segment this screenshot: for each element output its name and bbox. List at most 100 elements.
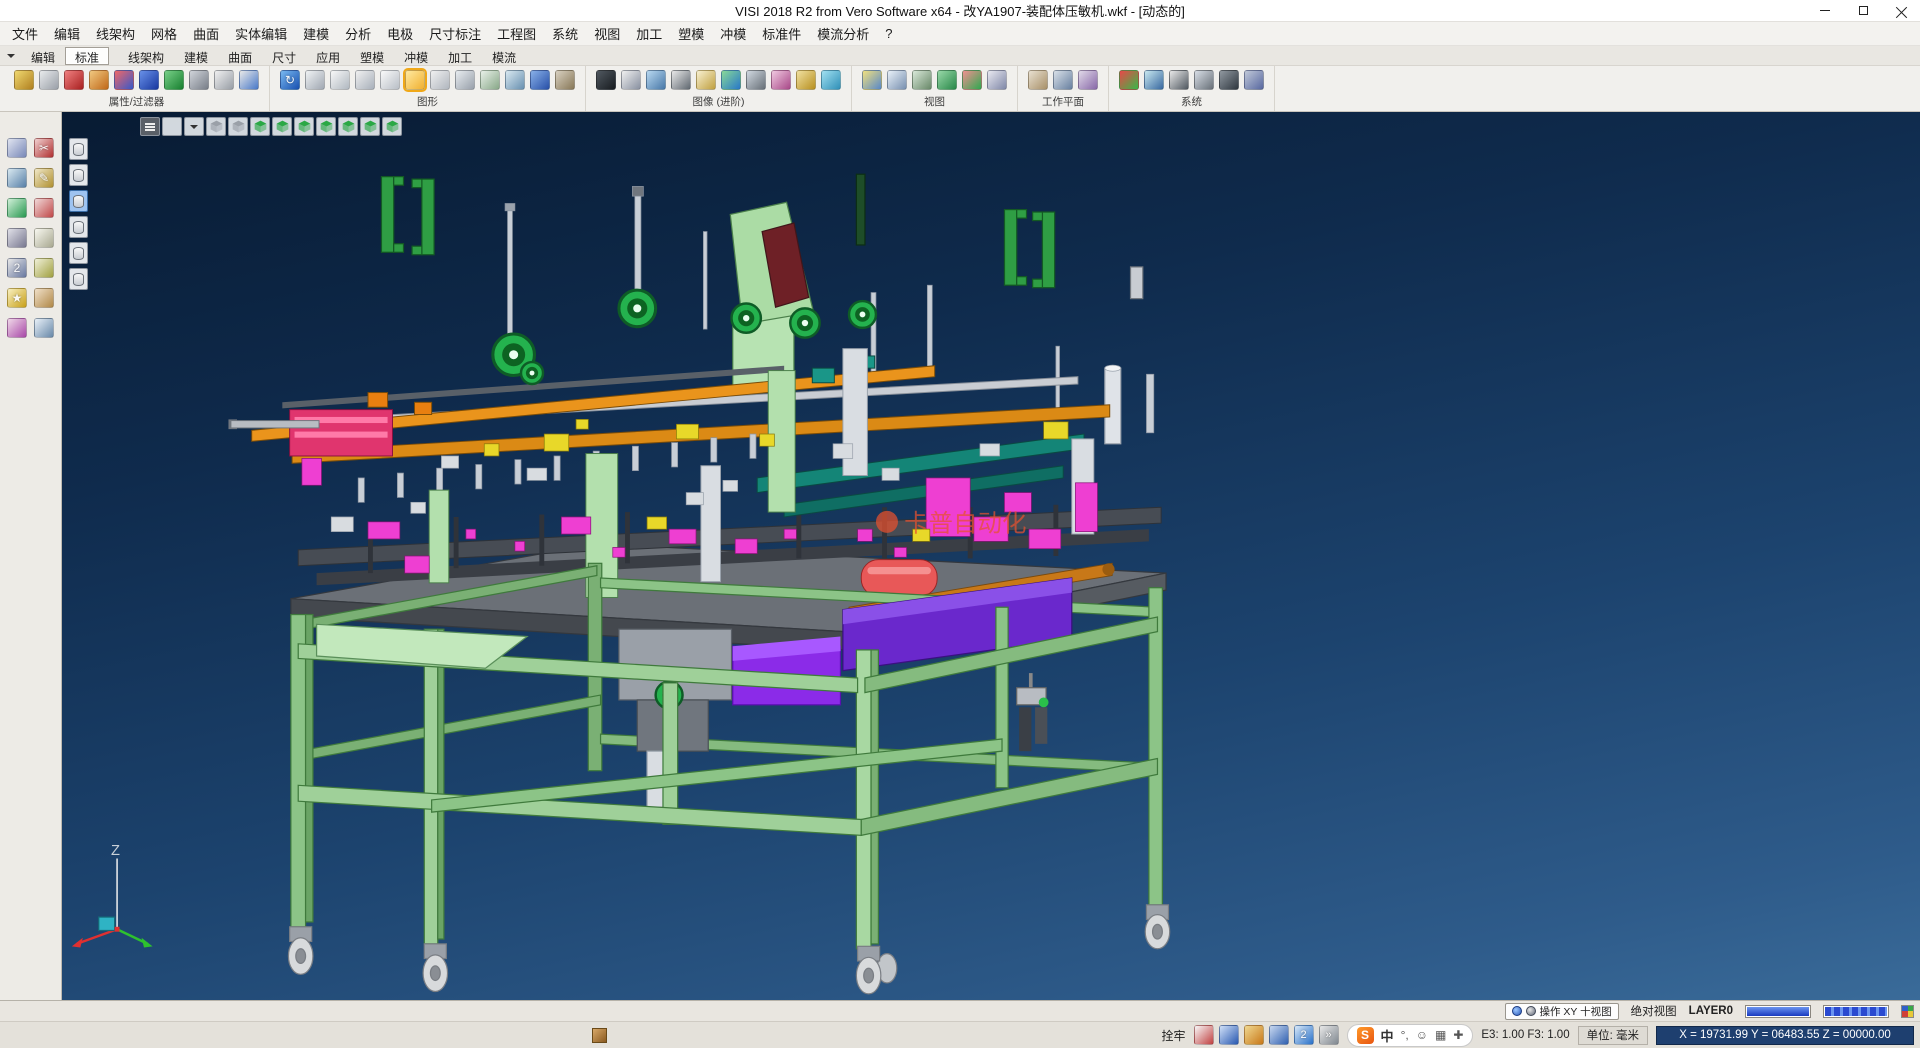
menu-item[interactable]: 系统	[544, 22, 586, 45]
view-iso-6-icon[interactable]	[360, 117, 380, 136]
monitor-icon[interactable]	[1144, 70, 1164, 90]
menu-item[interactable]: 模流分析	[809, 22, 877, 45]
view-iso-3-icon[interactable]	[294, 117, 314, 136]
plane-grid-icon[interactable]	[7, 168, 27, 188]
prop-paint-icon[interactable]	[14, 70, 34, 90]
layer-label[interactable]: LAYER0	[1689, 1005, 1733, 1017]
grid-cylinder-icon[interactable]	[505, 70, 525, 90]
ime-lang-icon[interactable]: 中	[1381, 1026, 1394, 1045]
sheet-dim-icon[interactable]	[430, 70, 450, 90]
redraw-icon[interactable]: ↻	[280, 70, 300, 90]
sheet-highlight-icon[interactable]	[405, 70, 425, 90]
shade-box-icon[interactable]	[555, 70, 575, 90]
workplane-rotate-icon[interactable]	[1053, 70, 1073, 90]
menu-item[interactable]: 分析	[337, 22, 379, 45]
menu-item[interactable]: 冲模	[712, 22, 754, 45]
swap-arrows-icon[interactable]	[721, 70, 741, 90]
paint-brush-icon[interactable]	[34, 198, 54, 218]
ime-punct-icon[interactable]: °,	[1401, 1028, 1409, 1042]
ime-keyboard-icon[interactable]: ▦	[1435, 1028, 1446, 1042]
menu-item[interactable]: 标准件	[754, 22, 809, 45]
menu-item[interactable]: 建模	[295, 22, 337, 45]
color-grid-icon[interactable]	[1119, 70, 1139, 90]
maximize-button[interactable]	[1844, 0, 1882, 21]
tab-flow[interactable]: 模流	[482, 47, 526, 65]
tab-dimension[interactable]: 尺寸	[262, 47, 306, 65]
glasses-icon[interactable]	[596, 70, 616, 90]
box-blue-icon[interactable]	[530, 70, 550, 90]
dark-grid-icon[interactable]	[1219, 70, 1239, 90]
tray-icon[interactable]	[592, 1028, 607, 1043]
view-slot-2-button[interactable]	[69, 164, 88, 186]
view-slot-6-button[interactable]	[69, 268, 88, 290]
magnet-blue-icon[interactable]	[139, 70, 159, 90]
snap-label[interactable]: 拴牢	[1162, 1027, 1186, 1044]
tab-standard[interactable]: 标准	[65, 47, 109, 65]
status-apps-icon[interactable]	[1244, 1025, 1264, 1045]
status-more-icon[interactable]: »	[1319, 1025, 1339, 1045]
status-user-icon[interactable]: 2	[1294, 1025, 1314, 1045]
viewport-3d[interactable]: 卡普自动化 Z	[62, 112, 1920, 1000]
tab-modeling[interactable]: 建模	[174, 47, 218, 65]
view-plane-zoom-icon[interactable]	[937, 70, 957, 90]
status-layers-icon[interactable]	[1269, 1025, 1289, 1045]
menu-item[interactable]: 曲面	[185, 22, 227, 45]
pin-icon[interactable]	[796, 70, 816, 90]
view-iso-4-icon[interactable]	[316, 117, 336, 136]
calculator-icon[interactable]	[1194, 70, 1214, 90]
sketch-pencil-icon[interactable]: ✎	[34, 168, 54, 188]
zoom-all-icon[interactable]	[305, 70, 325, 90]
view-grid-edit-icon[interactable]	[912, 70, 932, 90]
film-icon[interactable]	[671, 70, 691, 90]
film2-icon[interactable]	[1169, 70, 1189, 90]
tab-dropdown-button[interactable]	[3, 48, 19, 64]
sheet-icon[interactable]	[380, 70, 400, 90]
view-slot-5-button[interactable]	[69, 242, 88, 264]
view-blank-button[interactable]	[162, 117, 182, 136]
ime-logo-icon[interactable]: S	[1357, 1027, 1374, 1044]
view-iso-2-icon[interactable]	[272, 117, 292, 136]
material-icon[interactable]	[771, 70, 791, 90]
model-3d[interactable]: 卡普自动化 Z	[62, 112, 1920, 1000]
star-icon[interactable]: ★	[7, 288, 27, 308]
measure-icon[interactable]	[34, 258, 54, 278]
rotate-icon[interactable]	[7, 198, 27, 218]
view-slot-4-button[interactable]	[69, 216, 88, 238]
render-sphere-icon[interactable]	[646, 70, 666, 90]
menu-item[interactable]: ?	[877, 24, 900, 43]
trim-scissors-icon[interactable]: ✂	[34, 138, 54, 158]
menu-item[interactable]: 网格	[143, 22, 185, 45]
tab-surface[interactable]: 曲面	[218, 47, 262, 65]
menu-item[interactable]: 加工	[628, 22, 670, 45]
cylinder-wire-icon[interactable]	[355, 70, 375, 90]
menu-item[interactable]: 视图	[586, 22, 628, 45]
view-flash2-icon[interactable]	[887, 70, 907, 90]
color-settings-icon[interactable]	[1901, 1005, 1914, 1018]
camera-icon[interactable]	[746, 70, 766, 90]
copy-icon[interactable]	[34, 318, 54, 338]
prop-printer-icon[interactable]	[39, 70, 59, 90]
filter-green-icon[interactable]	[164, 70, 184, 90]
palette-icon[interactable]	[7, 318, 27, 338]
tab-machining[interactable]: 加工	[438, 47, 482, 65]
gem-icon[interactable]	[821, 70, 841, 90]
view-iso-7-icon[interactable]	[382, 117, 402, 136]
note-icon[interactable]	[34, 228, 54, 248]
filter-layers-icon[interactable]	[189, 70, 209, 90]
menu-item[interactable]: 工程图	[489, 22, 544, 45]
axis-2d-icon[interactable]: 2	[7, 258, 27, 278]
view-box-wire-icon[interactable]	[206, 117, 226, 136]
view-box-icon[interactable]	[228, 117, 248, 136]
workplane-axis-icon[interactable]	[1078, 70, 1098, 90]
menu-item[interactable]: 编辑	[46, 22, 88, 45]
tab-progress[interactable]: 冲模	[394, 47, 438, 65]
tab-wireframe[interactable]: 线架构	[118, 47, 174, 65]
magnet-red-blue-icon[interactable]	[114, 70, 134, 90]
select-icon[interactable]	[7, 138, 27, 158]
view-iso-5-icon[interactable]	[338, 117, 358, 136]
filter-red-icon[interactable]	[64, 70, 84, 90]
status-grid-icon[interactable]	[1194, 1025, 1214, 1045]
view-iso-1-icon[interactable]	[250, 117, 270, 136]
view-axes-icon[interactable]	[962, 70, 982, 90]
striped-sheet-icon[interactable]	[621, 70, 641, 90]
